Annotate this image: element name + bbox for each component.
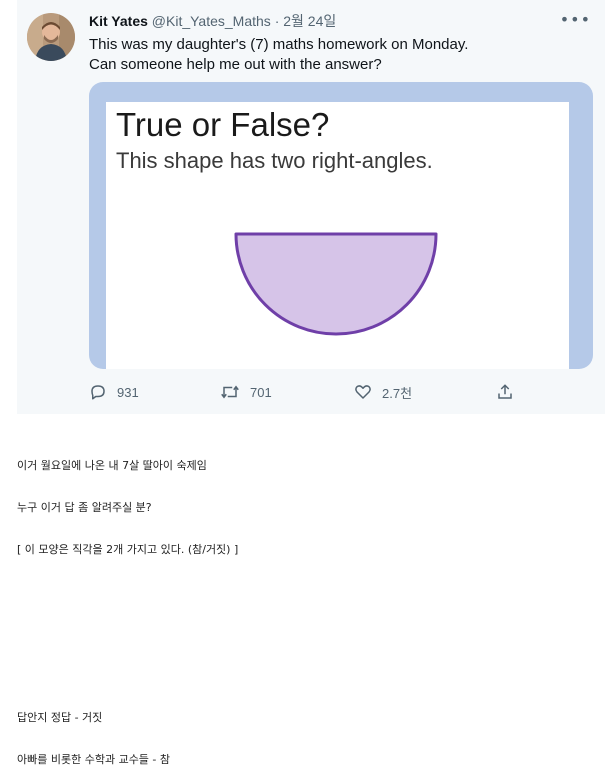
tweet-text: This was my daughter's (7) maths homewor…	[89, 35, 589, 75]
tweet-card[interactable]: Kit Yates @Kit_Yates_Maths · 2월 24일 ••• …	[17, 0, 605, 414]
share-icon	[498, 384, 512, 399]
post-text-line: 아빠를 비롯한 수학과 교수들 - 참	[17, 753, 171, 766]
avatar[interactable]	[27, 13, 75, 61]
retweet-count: 701	[250, 384, 272, 400]
share-button[interactable]	[496, 378, 514, 406]
page: Kit Yates @Kit_Yates_Maths · 2월 24일 ••• …	[0, 0, 605, 776]
post-text-line: 답안지 정답 - 거짓	[17, 711, 103, 724]
like-count: 2.7천	[382, 385, 413, 401]
header-separator: ·	[274, 13, 280, 29]
author-handle[interactable]: @Kit_Yates_Maths	[152, 13, 271, 29]
post-text-line: 이거 월요일에 나온 내 7살 딸아이 숙제임	[17, 459, 207, 472]
heart-icon	[355, 385, 371, 399]
post-text-line: 누구 이거 답 좀 알려주실 분?	[17, 501, 152, 514]
tweet-date[interactable]: 2월 24일	[283, 13, 336, 29]
media-subtitle: This shape has two right-angles.	[116, 148, 433, 173]
tweet-text-line: This was my daughter's (7) maths homewor…	[89, 36, 469, 53]
tweet-actions: 931 701 2.7천	[89, 378, 529, 406]
reply-button[interactable]: 931	[89, 378, 139, 406]
reply-count: 931	[117, 384, 139, 400]
retweet-icon	[221, 385, 239, 399]
media-title: True or False?	[116, 106, 330, 143]
tweet-text-line: Can someone help me out with the answer?	[89, 56, 382, 73]
post-text-line: [ 이 모양은 직각을 2개 가지고 있다. (참/거짓) ]	[17, 543, 239, 556]
tweet-header: Kit Yates @Kit_Yates_Maths · 2월 24일	[89, 11, 336, 31]
retweet-button[interactable]: 701	[220, 378, 272, 406]
avatar-photo	[27, 13, 75, 61]
reply-icon	[91, 385, 105, 400]
tweet-media[interactable]: True or False? This shape has two right-…	[89, 82, 593, 369]
like-button[interactable]: 2.7천	[354, 378, 412, 406]
media-image: True or False? This shape has two right-…	[106, 102, 569, 369]
more-horizontal-icon[interactable]: •••	[560, 12, 591, 28]
author-name[interactable]: Kit Yates	[89, 13, 148, 29]
semicircle-shape	[234, 232, 438, 336]
